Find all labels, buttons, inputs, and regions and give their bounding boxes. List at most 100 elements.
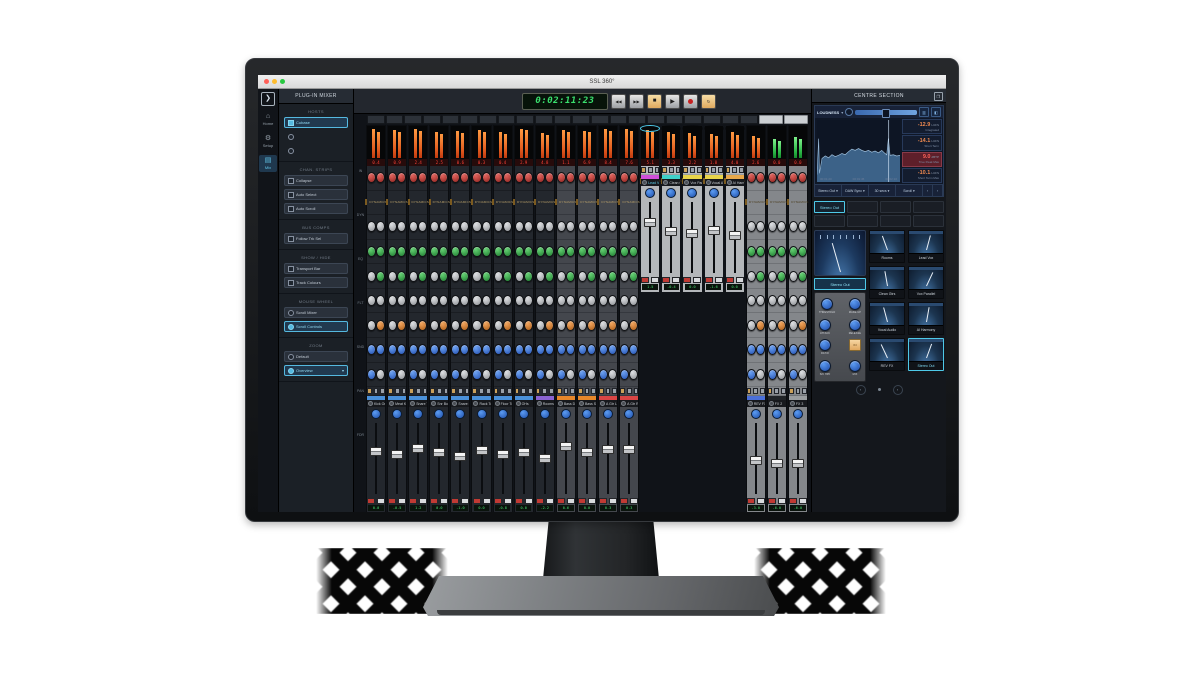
track-name-row[interactable]: Floor Tom: [494, 400, 512, 407]
mute-button[interactable]: [747, 498, 755, 504]
route-button[interactable]: [697, 167, 702, 173]
green-knob[interactable]: [536, 246, 545, 257]
gray-knob[interactable]: [409, 295, 418, 306]
channel-strip-a-gtr-left[interactable]: 8.4DYNAMICSA Gtr Left0.3: [598, 125, 618, 512]
gray-knob[interactable]: [608, 295, 617, 306]
slider-handle[interactable]: [882, 109, 890, 118]
select-30-secs[interactable]: 30 secs▾: [869, 185, 896, 196]
blue-knob[interactable]: [409, 344, 418, 355]
route-button[interactable]: [753, 388, 758, 394]
fader-track[interactable]: [451, 421, 469, 496]
green-knob[interactable]: [566, 271, 575, 282]
blue-knob[interactable]: [620, 369, 629, 380]
bus-slot-empty[interactable]: [913, 201, 944, 213]
gray-knob[interactable]: [397, 295, 406, 306]
route-button[interactable]: [599, 388, 604, 394]
blue-knob[interactable]: [494, 369, 503, 380]
rail-item-home[interactable]: ⌂Home: [259, 111, 277, 128]
fader-cap[interactable]: [771, 459, 783, 468]
gray-knob[interactable]: [587, 295, 596, 306]
bus-slot-empty[interactable]: [847, 201, 878, 213]
knob[interactable]: [821, 298, 833, 310]
gray-knob[interactable]: [798, 295, 807, 306]
red-knob[interactable]: [768, 172, 777, 183]
sidebar-item-track-colours[interactable]: Track Colours: [284, 277, 348, 288]
route-button[interactable]: [451, 388, 456, 394]
orange-knob[interactable]: [397, 320, 406, 331]
gray-knob[interactable]: [524, 221, 533, 232]
blue-knob[interactable]: [587, 344, 596, 355]
route-button[interactable]: [409, 388, 414, 394]
mute-button[interactable]: [641, 277, 649, 283]
channel-strip-ohs[interactable]: 2.9DYNAMICSOHs0.0: [514, 125, 534, 512]
orange-knob[interactable]: [503, 320, 512, 331]
route-button[interactable]: [747, 388, 752, 394]
route-button[interactable]: [528, 388, 533, 394]
red-knob[interactable]: [620, 172, 629, 183]
track-name-row[interactable]: Snare Samp: [451, 400, 469, 407]
green-knob[interactable]: [515, 246, 524, 257]
blue-knob[interactable]: [367, 344, 376, 355]
bus-meter-clean-gtrs[interactable]: Clean Gtrs: [869, 266, 905, 299]
green-knob[interactable]: [376, 246, 385, 257]
channel-strip-rack-toms[interactable]: 0.3DYNAMICSRack Toms0.0: [471, 125, 491, 512]
pan-knob[interactable]: [540, 409, 550, 419]
gray-knob[interactable]: [587, 369, 596, 380]
gray-knob[interactable]: [460, 295, 469, 306]
gray-knob[interactable]: [494, 271, 503, 282]
channel-strip-snare-samp[interactable]: 0.6DYNAMICSSnare Samp-1.0: [450, 125, 470, 512]
channel-strip-rooms[interactable]: 4.8DYNAMICSRooms-2.2: [535, 125, 555, 512]
route-button[interactable]: [402, 388, 407, 394]
gray-knob[interactable]: [777, 221, 786, 232]
route-button[interactable]: [718, 167, 723, 173]
mute-button[interactable]: [726, 277, 734, 283]
route-button[interactable]: [676, 167, 681, 173]
route-button[interactable]: [620, 388, 625, 394]
red-knob[interactable]: [503, 172, 512, 183]
fader-track[interactable]: [620, 421, 638, 496]
gray-knob[interactable]: [472, 320, 481, 331]
gray-knob[interactable]: [566, 369, 575, 380]
mute-button[interactable]: [768, 498, 776, 504]
route-button[interactable]: [458, 388, 463, 394]
blue-knob[interactable]: [536, 369, 545, 380]
route-button[interactable]: [669, 167, 674, 173]
green-knob[interactable]: [599, 246, 608, 257]
red-knob[interactable]: [557, 172, 566, 183]
channel-strip-snr-bottom[interactable]: 2.5DYNAMICSSnr Bottom0.0: [429, 125, 449, 512]
route-button[interactable]: [655, 167, 660, 173]
route-button[interactable]: [768, 388, 773, 394]
channel-strip-ai-harmony[interactable]: 4.0DYNAMICSAI Harmony0.0: [725, 125, 745, 132]
route-button[interactable]: [472, 388, 477, 394]
orange-knob[interactable]: [608, 320, 617, 331]
solo-button[interactable]: [757, 498, 765, 504]
green-knob[interactable]: [608, 271, 617, 282]
mute-button[interactable]: [367, 498, 375, 504]
track-name-row[interactable]: Bass DI: [557, 400, 575, 407]
bus-slot-empty[interactable]: [814, 215, 845, 227]
gray-knob[interactable]: [599, 295, 608, 306]
track-select-dot[interactable]: [727, 180, 732, 185]
mute-button[interactable]: [705, 277, 713, 283]
green-knob[interactable]: [503, 246, 512, 257]
gray-knob[interactable]: [756, 221, 765, 232]
sidebar-item-cubase[interactable]: Cubase: [284, 117, 348, 128]
solo-button[interactable]: [799, 498, 807, 504]
track-select-dot[interactable]: [663, 180, 668, 185]
channel-tab[interactable]: [404, 115, 422, 124]
blue-knob[interactable]: [608, 344, 617, 355]
channel-strip-floor-tom[interactable]: 0.4DYNAMICSFloor Tom-0.8: [493, 125, 513, 512]
sidebar-item-collapse[interactable]: Collapse: [284, 175, 348, 186]
pager-prev-icon[interactable]: ‹: [856, 385, 866, 395]
fader-track[interactable]: [388, 421, 406, 496]
gray-knob[interactable]: [768, 320, 777, 331]
history-prev-icon[interactable]: ‹: [923, 185, 933, 196]
solo-button[interactable]: [588, 498, 596, 504]
gray-knob[interactable]: [629, 369, 638, 380]
channel-strip-kick-out[interactable]: 0.4DYNAMICSKick Out0.0: [366, 125, 386, 512]
green-knob[interactable]: [418, 271, 427, 282]
route-button[interactable]: [367, 388, 372, 394]
fader-track[interactable]: [367, 421, 385, 496]
loop-button[interactable]: ↻: [701, 94, 716, 109]
green-knob[interactable]: [756, 246, 765, 257]
